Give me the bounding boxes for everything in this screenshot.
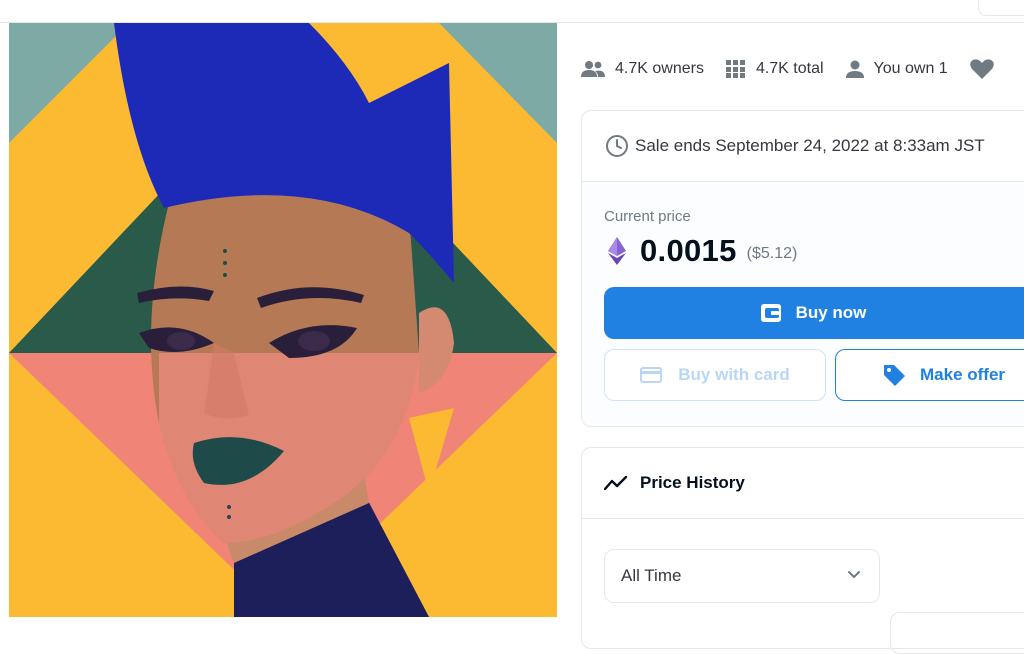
- total-stat: 4.7K total: [725, 60, 824, 78]
- price-history-secondary-control[interactable]: [890, 612, 1024, 654]
- sale-ends-text: Sale ends September 24, 2022 at 8:33am J…: [635, 136, 985, 155]
- clock-icon: [606, 135, 628, 157]
- nft-artwork[interactable]: [9, 23, 557, 617]
- price-history-title: Price History: [640, 473, 745, 492]
- grid-icon: [725, 60, 745, 78]
- wallet-icon: [760, 304, 781, 322]
- price-history-panel: Price History All Time: [581, 447, 1024, 654]
- price-usd: ($5.12): [746, 245, 798, 262]
- owners-stat[interactable]: 4.7K owners: [581, 60, 704, 78]
- buy-now-button[interactable]: Buy now: [604, 287, 1024, 339]
- time-range-value: All Time: [621, 566, 682, 585]
- item-stats: 4.7K owners 4.7K total You own 1: [581, 57, 1004, 81]
- price-row: 0.0015 ($5.12): [608, 233, 797, 269]
- price-eth: 0.0015: [640, 233, 737, 268]
- total-count: 4.7K total: [755, 60, 824, 77]
- buy-with-card-label: Buy with card: [678, 365, 790, 384]
- heart-icon[interactable]: [969, 59, 994, 79]
- person-icon: [845, 60, 864, 78]
- credit-card-icon: [640, 367, 663, 383]
- owners-count: 4.7K owners: [615, 60, 704, 77]
- price-history-header[interactable]: Price History: [582, 448, 1024, 519]
- make-offer-button[interactable]: Make offer: [835, 349, 1024, 401]
- trending-icon: [604, 475, 628, 491]
- you-own-stat: You own 1: [845, 60, 948, 78]
- chevron-down-icon: [848, 571, 860, 579]
- make-offer-label: Make offer: [920, 365, 1006, 384]
- you-own-count: You own 1: [873, 60, 948, 77]
- tag-icon: [884, 365, 905, 386]
- buy-with-card-button[interactable]: Buy with card: [604, 349, 826, 401]
- current-price-label: Current price: [604, 208, 691, 225]
- sale-card: Sale ends September 24, 2022 at 8:33am J…: [581, 110, 1024, 427]
- top-bar: [0, 0, 1024, 23]
- sale-end-row: Sale ends September 24, 2022 at 8:33am J…: [582, 111, 1024, 182]
- buy-now-label: Buy now: [795, 303, 867, 322]
- ethereum-icon: [608, 237, 626, 265]
- top-right-button[interactable]: [978, 0, 1024, 16]
- favorite-stat[interactable]: [969, 59, 1004, 79]
- people-icon: [581, 61, 605, 77]
- time-range-select[interactable]: All Time: [604, 549, 880, 603]
